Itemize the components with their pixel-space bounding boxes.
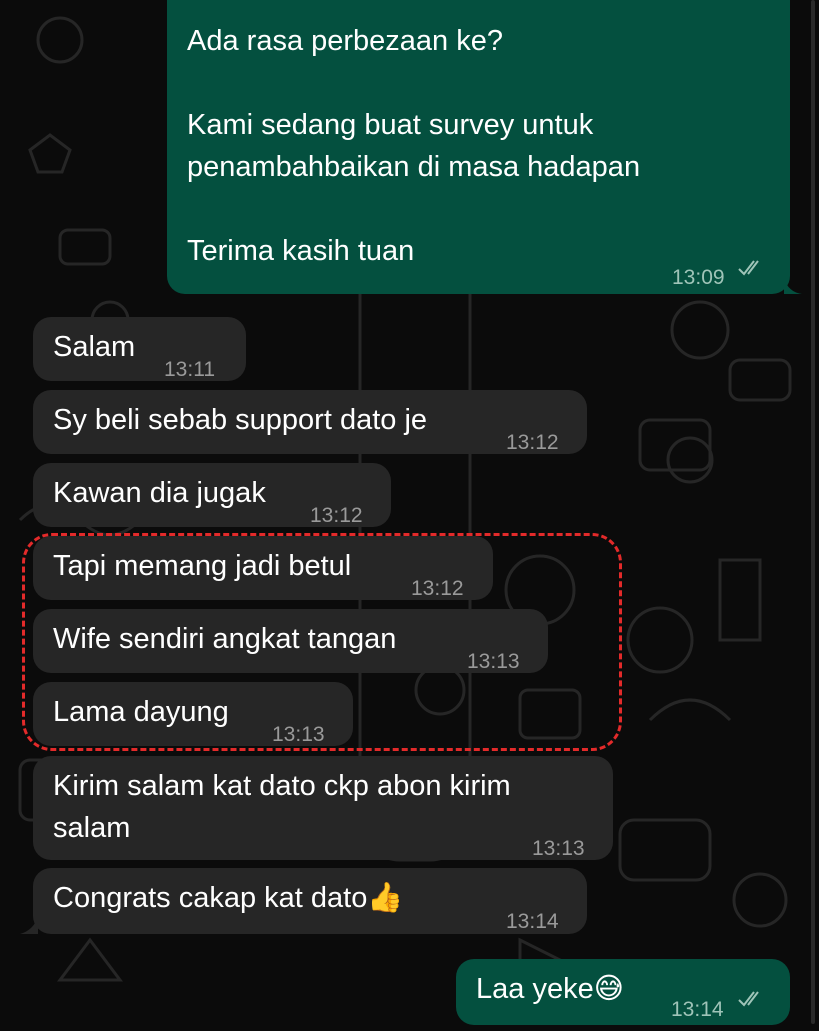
message-bubble-outgoing[interactable]: Laa yeke😅 13:14 bbox=[456, 959, 790, 1025]
bubble-tail bbox=[784, 278, 802, 294]
message-bubble-incoming[interactable]: Kawan dia jugak 13:12 bbox=[33, 463, 391, 527]
message-bubble-incoming[interactable]: Wife sendiri angkat tangan 13:13 bbox=[33, 609, 548, 673]
message-time: 13:12 bbox=[411, 577, 464, 600]
message-time: 13:11 bbox=[164, 358, 215, 381]
message-time: 13:12 bbox=[506, 431, 559, 454]
message-time: 13:13 bbox=[272, 723, 325, 746]
message-bubble-incoming[interactable]: Lama dayung 13:13 bbox=[33, 682, 353, 746]
bubble-tail bbox=[20, 916, 38, 934]
message-text: Kawan dia jugak bbox=[53, 477, 266, 509]
message-time: 13:12 bbox=[310, 504, 363, 527]
message-bubble-incoming[interactable]: Salam 13:11 bbox=[33, 317, 246, 381]
message-time: 13:09 bbox=[672, 266, 725, 289]
message-text: Lama dayung bbox=[53, 696, 229, 728]
double-check-icon bbox=[738, 260, 759, 276]
message-text: Ada rasa perbezaan ke? Kami sedang buat … bbox=[187, 25, 641, 267]
message-bubble-incoming[interactable]: Congrats cakap kat dato👍 13:14 bbox=[33, 868, 587, 934]
message-text: Laa yeke😅 bbox=[476, 973, 624, 1005]
message-text: Tapi memang jadi betul bbox=[53, 550, 352, 582]
message-text: Wife sendiri angkat tangan bbox=[53, 623, 397, 655]
message-text: Salam bbox=[53, 331, 136, 363]
message-text: Sy beli sebab support dato je bbox=[53, 404, 428, 436]
message-text: Congrats cakap kat dato👍 bbox=[53, 882, 404, 914]
message-time: 13:13 bbox=[532, 837, 585, 860]
message-bubble-incoming[interactable]: Tapi memang jadi betul 13:12 bbox=[33, 536, 493, 600]
double-check-icon bbox=[738, 991, 759, 1007]
message-time: 13:14 bbox=[506, 910, 559, 933]
message-text: Kirim salam kat dato ckp abon kirim sala… bbox=[53, 770, 511, 844]
message-bubble-incoming[interactable]: Kirim salam kat dato ckp abon kirim sala… bbox=[33, 756, 613, 860]
message-time: 13:13 bbox=[467, 650, 520, 673]
message-bubble-incoming[interactable]: Sy beli sebab support dato je 13:12 bbox=[33, 390, 587, 454]
message-bubble-outgoing[interactable]: Ada rasa perbezaan ke? Kami sedang buat … bbox=[167, 0, 790, 294]
scrollbar[interactable] bbox=[811, 0, 815, 1024]
message-time: 13:14 bbox=[671, 998, 724, 1021]
